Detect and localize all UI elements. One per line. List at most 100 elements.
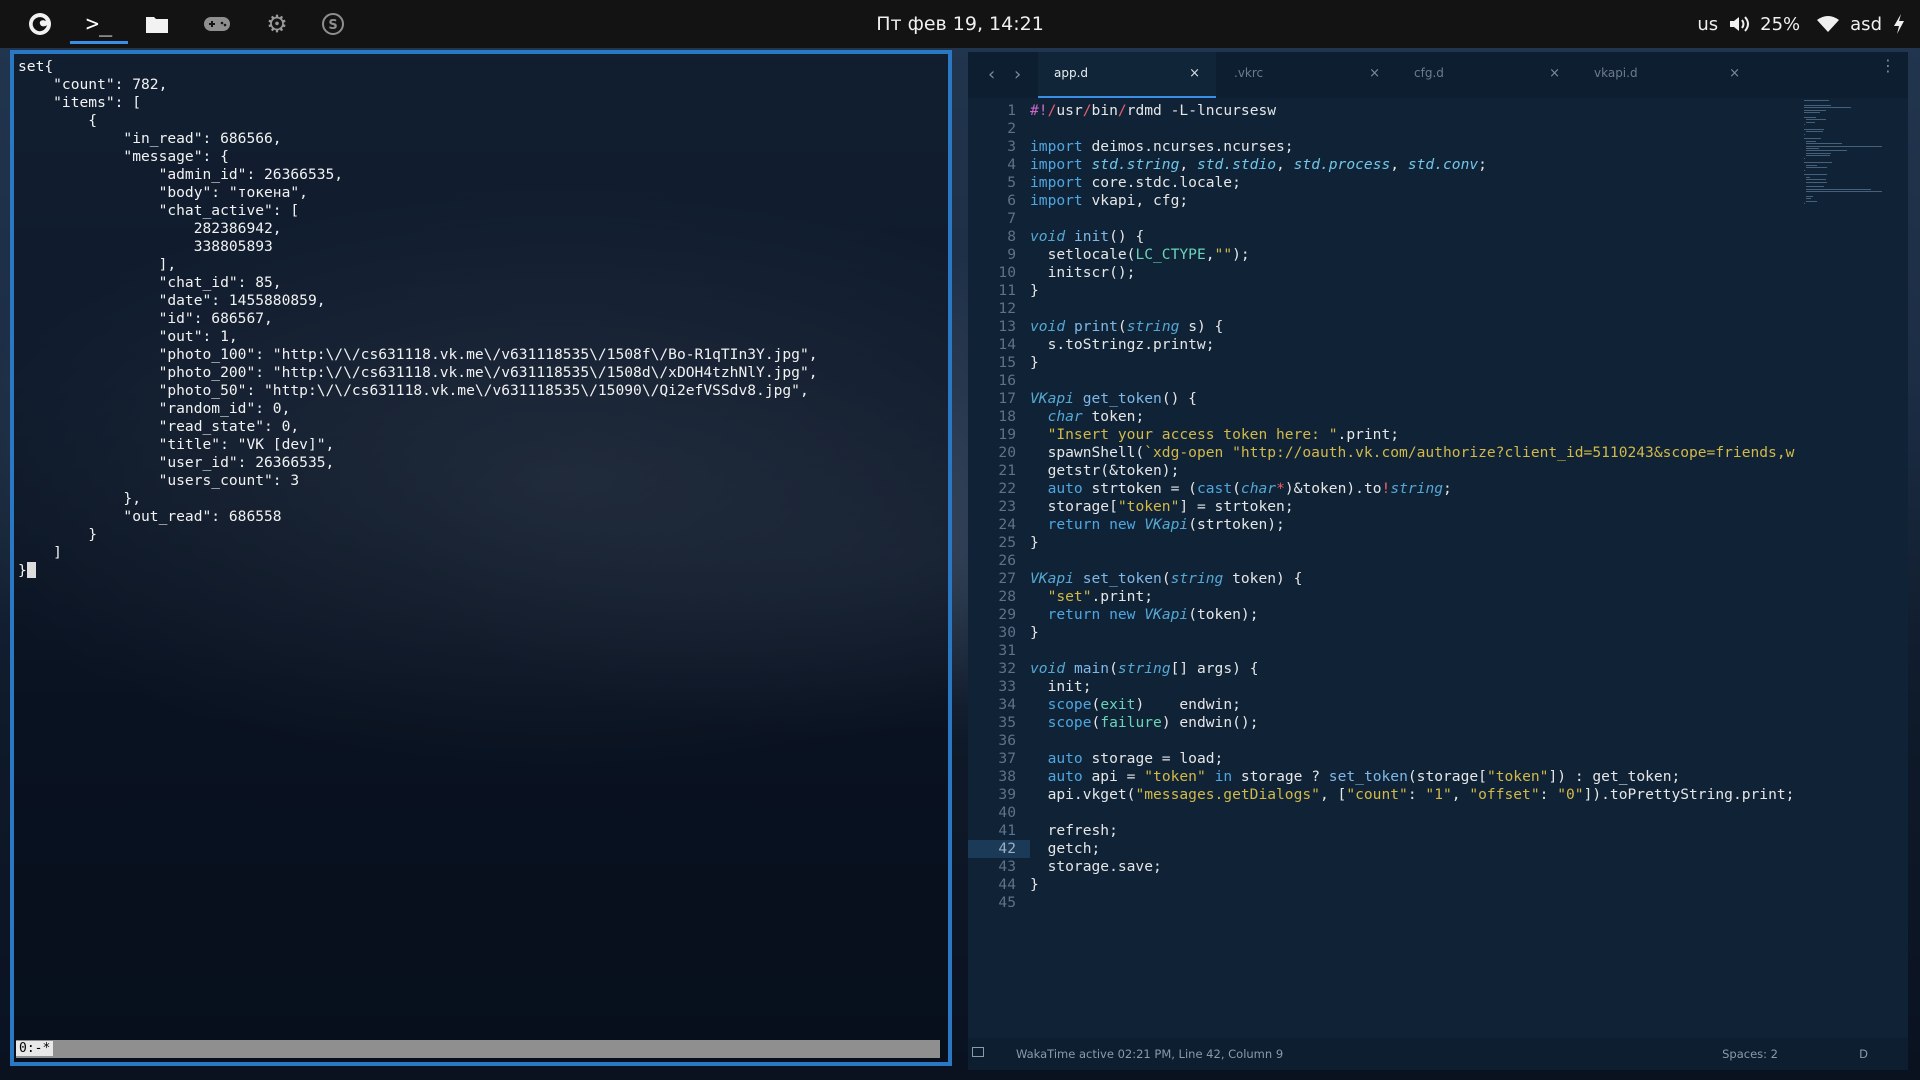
line-number[interactable]: 2 <box>968 120 1030 138</box>
code-line[interactable]: 1 #!/usr/bin/rdmd -L-lncursesw <box>968 102 1808 120</box>
line-number[interactable]: 45 <box>968 894 1030 912</box>
line-number[interactable]: 10 <box>968 264 1030 282</box>
code-line[interactable]: 45 <box>968 894 1808 912</box>
more-options-icon[interactable]: ⋮ <box>1880 58 1896 74</box>
line-number[interactable]: 4 <box>968 156 1030 174</box>
gamepad-icon[interactable] <box>200 0 234 48</box>
code-line[interactable]: 24 return new VKapi(strtoken); <box>968 516 1808 534</box>
code-line[interactable]: 28 "set".print; <box>968 588 1808 606</box>
syntax-selector[interactable]: D <box>1859 1047 1868 1061</box>
line-number[interactable]: 21 <box>968 462 1030 480</box>
code-line[interactable]: 20 spawnShell(`xdg-open "http://oauth.vk… <box>968 444 1808 462</box>
skype-icon[interactable]: S <box>318 0 348 48</box>
line-number[interactable]: 20 <box>968 444 1030 462</box>
code-line[interactable]: 5 import core.stdc.locale; <box>968 174 1808 192</box>
code-line[interactable]: 22 auto strtoken = (cast(char*)&token).t… <box>968 480 1808 498</box>
code-line[interactable]: 23 storage["token"] = strtoken; <box>968 498 1808 516</box>
code-editor-window[interactable]: ‹ › app.d × .vkrc × cfg.d × vkapi.d × ⋮ 1 #!/usr… <box>968 52 1908 1070</box>
line-number[interactable]: 13 <box>968 318 1030 336</box>
line-number[interactable]: 34 <box>968 696 1030 714</box>
line-number[interactable]: 41 <box>968 822 1030 840</box>
line-number[interactable]: 9 <box>968 246 1030 264</box>
line-number[interactable]: 16 <box>968 372 1030 390</box>
code-line[interactable]: 9 setlocale(LC_CTYPE,""); <box>968 246 1808 264</box>
code-line[interactable]: 2 <box>968 120 1808 138</box>
code-line[interactable]: 21 getstr(&token); <box>968 462 1808 480</box>
line-number[interactable]: 35 <box>968 714 1030 732</box>
code-line[interactable]: 26 <box>968 552 1808 570</box>
close-icon[interactable]: × <box>1729 66 1740 81</box>
panel-toggle-icon[interactable] <box>972 1047 984 1057</box>
power-icon[interactable] <box>1892 13 1906 35</box>
volume-icon[interactable] <box>1728 14 1750 34</box>
code-line[interactable]: 15} <box>968 354 1808 372</box>
line-number[interactable]: 38 <box>968 768 1030 786</box>
line-number[interactable]: 42 <box>968 840 1030 858</box>
chevron-right-icon[interactable]: › <box>1014 64 1021 85</box>
line-number[interactable]: 15 <box>968 354 1030 372</box>
editor-tab[interactable]: cfg.d × <box>1398 52 1576 98</box>
terminal-window[interactable]: set{ "count": 782, "items": [ { "in_read… <box>10 50 952 1066</box>
line-number[interactable]: 37 <box>968 750 1030 768</box>
code-line[interactable]: 8 void init() { <box>968 228 1808 246</box>
line-number[interactable]: 44 <box>968 876 1030 894</box>
code-line[interactable]: 7 <box>968 210 1808 228</box>
line-number[interactable]: 1 <box>968 102 1030 120</box>
line-number[interactable]: 25 <box>968 534 1030 552</box>
line-number[interactable]: 30 <box>968 624 1030 642</box>
code-line[interactable]: 42 getch; <box>968 840 1808 858</box>
code-line[interactable]: 37 auto storage = load; <box>968 750 1808 768</box>
firefox-icon[interactable] <box>22 0 58 48</box>
line-number[interactable]: 3 <box>968 138 1030 156</box>
code-line[interactable]: 17 VKapi get_token() { <box>968 390 1808 408</box>
code-line[interactable]: 16 <box>968 372 1808 390</box>
wifi-icon[interactable] <box>1816 15 1840 33</box>
code-line[interactable]: 33 init; <box>968 678 1808 696</box>
line-number[interactable]: 36 <box>968 732 1030 750</box>
line-number[interactable]: 8 <box>968 228 1030 246</box>
line-number[interactable]: 33 <box>968 678 1030 696</box>
close-icon[interactable]: × <box>1369 66 1380 81</box>
code-line[interactable]: 29 return new VKapi(token); <box>968 606 1808 624</box>
code-line[interactable]: 32 void main(string[] args) { <box>968 660 1808 678</box>
line-number[interactable]: 29 <box>968 606 1030 624</box>
line-number[interactable]: 5 <box>968 174 1030 192</box>
code-line[interactable]: 35 scope(failure) endwin(); <box>968 714 1808 732</box>
line-number[interactable]: 43 <box>968 858 1030 876</box>
code-line[interactable]: 18 char token; <box>968 408 1808 426</box>
line-number[interactable]: 27 <box>968 570 1030 588</box>
code-line[interactable]: 34 scope(exit) endwin; <box>968 696 1808 714</box>
line-number[interactable]: 23 <box>968 498 1030 516</box>
code-line[interactable]: 4 import std.string, std.stdio, std.proce… <box>968 156 1808 174</box>
line-number[interactable]: 6 <box>968 192 1030 210</box>
chevron-left-icon[interactable]: ‹ <box>988 64 995 85</box>
editor-tab[interactable]: .vkrc × <box>1218 52 1396 98</box>
code-line[interactable]: 6 import vkapi, cfg; <box>968 192 1808 210</box>
line-number[interactable]: 18 <box>968 408 1030 426</box>
indentation-selector[interactable]: Spaces: 2 <box>1722 1047 1778 1061</box>
line-number[interactable]: 31 <box>968 642 1030 660</box>
code-line[interactable]: 31 <box>968 642 1808 660</box>
line-number[interactable]: 7 <box>968 210 1030 228</box>
line-number[interactable]: 28 <box>968 588 1030 606</box>
code-line[interactable]: 39 api.vkget("messages.getDialogs", ["co… <box>968 786 1808 804</box>
code-line[interactable]: 43 storage.save; <box>968 858 1808 876</box>
code-line[interactable]: 14 s.toStringz.printw; <box>968 336 1808 354</box>
code-line[interactable]: 41 refresh; <box>968 822 1808 840</box>
code-line[interactable]: 36 <box>968 732 1808 750</box>
code-line[interactable]: 13 void print(string s) { <box>968 318 1808 336</box>
folder-icon[interactable] <box>142 0 172 48</box>
keyboard-layout[interactable]: us <box>1697 14 1718 35</box>
code-line[interactable]: 44} <box>968 876 1808 894</box>
line-number[interactable]: 12 <box>968 300 1030 318</box>
close-icon[interactable]: × <box>1189 66 1200 81</box>
gear-icon[interactable]: ⚙ <box>262 0 292 48</box>
code-line[interactable]: 27 VKapi set_token(string token) { <box>968 570 1808 588</box>
line-number[interactable]: 32 <box>968 660 1030 678</box>
editor-tab[interactable]: app.d × <box>1038 52 1216 98</box>
code-line[interactable]: 19 "Insert your access token here: ".pri… <box>968 426 1808 444</box>
code-line[interactable]: 3 import deimos.ncurses.ncurses; <box>968 138 1808 156</box>
code-line[interactable]: 11} <box>968 282 1808 300</box>
code-line[interactable]: 12 <box>968 300 1808 318</box>
code-line[interactable]: 25} <box>968 534 1808 552</box>
